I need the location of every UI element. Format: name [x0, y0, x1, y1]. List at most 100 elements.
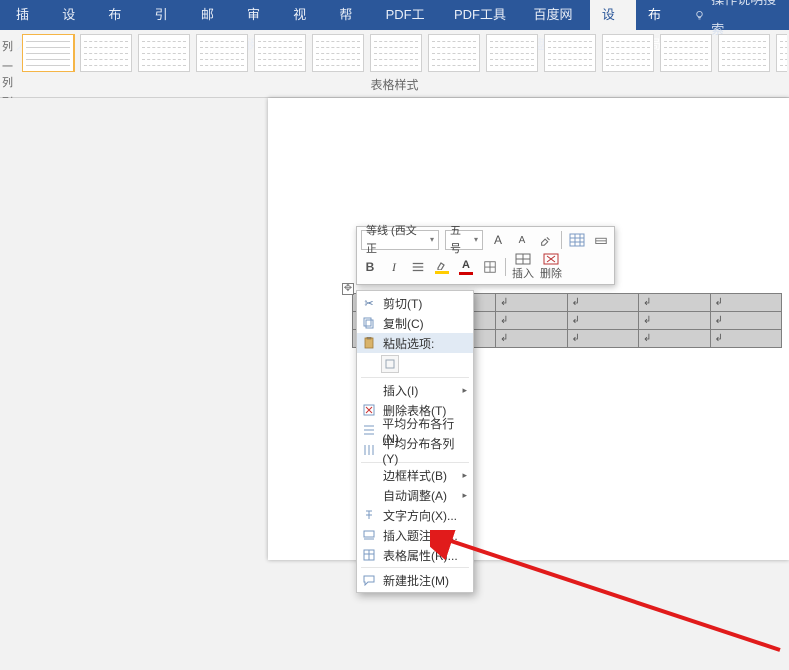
- menu-cut[interactable]: ✂ 剪切(T): [357, 293, 473, 313]
- tab-layout[interactable]: 布局: [96, 0, 142, 30]
- table-style-thumb[interactable]: [602, 34, 654, 72]
- sidelabel-0: 列: [2, 38, 20, 54]
- menu-autofit[interactable]: 自动调整(A) ▸: [357, 485, 473, 505]
- mini-font-name[interactable]: 等线 (西文正 ▾: [361, 230, 439, 250]
- table-move-handle[interactable]: ✥: [342, 283, 354, 295]
- bold-button[interactable]: B: [361, 258, 379, 276]
- menu-table-properties[interactable]: 表格属性(R)...: [357, 545, 473, 565]
- font-color-a: A: [462, 259, 470, 271]
- mini-table-button[interactable]: [568, 231, 586, 249]
- table-style-thumb[interactable]: [660, 34, 712, 72]
- paintbrush-icon: [539, 233, 553, 247]
- context-menu: ✂ 剪切(T) 复制(C) 粘贴选项: 插入(I) ▸: [356, 290, 474, 593]
- chevron-right-icon: ▸: [462, 385, 467, 396]
- shrink-font-button[interactable]: A: [513, 231, 531, 249]
- menu-text-direction-label: 文字方向(X)...: [383, 507, 457, 524]
- tab-help[interactable]: 帮助: [327, 0, 373, 30]
- chevron-right-icon: ▸: [462, 490, 467, 501]
- tab-table-design[interactable]: 设计: [590, 0, 636, 30]
- mini-toolbar: 等线 (西文正 ▾ 五号 ▾ A A B I: [356, 226, 615, 285]
- table-cell[interactable]: ↲: [567, 312, 639, 330]
- highlight-button[interactable]: [433, 258, 451, 276]
- table-cell[interactable]: ↲: [639, 330, 711, 348]
- table-style-thumb[interactable]: [718, 34, 770, 72]
- borders-button[interactable]: [481, 258, 499, 276]
- paste-option-keep-source[interactable]: [381, 355, 399, 373]
- tab-design[interactable]: 设计: [50, 0, 96, 30]
- mini-delete-button[interactable]: 删除: [540, 253, 562, 281]
- menu-insert[interactable]: 插入(I) ▸: [357, 380, 473, 400]
- table-style-thumb[interactable]: [312, 34, 364, 72]
- table-style-thumb[interactable]: [80, 34, 132, 72]
- mini-insert-label: 插入: [512, 265, 534, 281]
- table-cell[interactable]: ↲: [710, 312, 782, 330]
- align-button[interactable]: [409, 258, 427, 276]
- table-style-thumb[interactable]: [776, 34, 787, 72]
- table-cell[interactable]: ↲: [567, 294, 639, 312]
- menu-text-direction[interactable]: 文字方向(X)...: [357, 505, 473, 525]
- menu-distribute-cols-label: 平均分布各列(Y): [382, 435, 467, 466]
- highlight-icon: [436, 260, 448, 270]
- menu-copy[interactable]: 复制(C): [357, 313, 473, 333]
- blank-icon: [361, 467, 377, 483]
- tab-mailings[interactable]: 邮件: [189, 0, 235, 30]
- tell-me-search[interactable]: 操作说明搜索: [682, 0, 789, 30]
- table-cell[interactable]: ↲: [710, 330, 782, 348]
- cut-icon: ✂: [361, 295, 377, 311]
- comment-icon: [361, 572, 377, 588]
- table-styles-gallery[interactable]: [22, 34, 787, 72]
- table-cell[interactable]: ↲: [496, 294, 568, 312]
- mini-insert-button[interactable]: 插入: [512, 253, 534, 281]
- table-style-thumb[interactable]: [196, 34, 248, 72]
- menu-paste-options[interactable]: 粘贴选项:: [357, 333, 473, 353]
- chevron-down-icon: ▾: [474, 231, 478, 249]
- tab-table-layout[interactable]: 布局: [636, 0, 682, 30]
- menu-paste-options-row: [357, 353, 473, 375]
- tab-pdf-toolset[interactable]: PDF工具集: [442, 0, 521, 30]
- paste-variant-icon: [385, 359, 395, 369]
- insert-icon: [515, 253, 531, 265]
- ribbon-group-label-table-styles: 表格样式: [2, 72, 787, 95]
- table-style-thumb[interactable]: [254, 34, 306, 72]
- menu-border-styles[interactable]: 边框样式(B) ▸: [357, 465, 473, 485]
- tab-references[interactable]: 引用: [143, 0, 189, 30]
- separator: [561, 231, 562, 249]
- table-style-thumb[interactable]: [544, 34, 596, 72]
- delete-table-icon: [361, 402, 377, 418]
- tab-pdf-tools[interactable]: PDF工具: [374, 0, 442, 30]
- tab-insert[interactable]: 插入: [4, 0, 50, 30]
- table-cell[interactable]: ↲: [639, 312, 711, 330]
- table-style-thumb[interactable]: [428, 34, 480, 72]
- table-style-thumb[interactable]: [22, 34, 74, 72]
- menu-cut-label: 剪切(T): [383, 295, 422, 312]
- table-cell[interactable]: ↲: [567, 330, 639, 348]
- tab-view[interactable]: 视图: [281, 0, 327, 30]
- menu-new-comment[interactable]: 新建批注(M): [357, 570, 473, 590]
- menu-insert-caption[interactable]: 插入题注(C)...: [357, 525, 473, 545]
- mini-new-row-button[interactable]: [592, 231, 610, 249]
- grow-font-button[interactable]: A: [489, 231, 507, 249]
- table-style-thumb[interactable]: [138, 34, 190, 72]
- menu-distribute-cols[interactable]: 平均分布各列(Y): [357, 440, 473, 460]
- separator: [505, 258, 506, 276]
- menu-paste-options-label: 粘贴选项:: [383, 335, 434, 352]
- format-painter-button[interactable]: [537, 231, 555, 249]
- mini-font-size[interactable]: 五号 ▾: [445, 230, 483, 250]
- table-style-thumb[interactable]: [370, 34, 422, 72]
- menu-table-properties-label: 表格属性(R)...: [383, 547, 458, 564]
- tab-baidu[interactable]: 百度网盘: [521, 0, 589, 30]
- menu-autofit-label: 自动调整(A): [383, 487, 447, 504]
- italic-button[interactable]: I: [385, 258, 403, 276]
- ribbon-table-design: 列 一列 列 表格样式: [0, 30, 789, 98]
- menu-border-styles-label: 边框样式(B): [383, 467, 447, 484]
- table-style-thumb[interactable]: [486, 34, 538, 72]
- table-cell[interactable]: ↲: [496, 312, 568, 330]
- font-color-button[interactable]: A: [457, 258, 475, 276]
- menu-insert-caption-label: 插入题注(C)...: [383, 527, 458, 544]
- table-cell[interactable]: ↲: [496, 330, 568, 348]
- table-cell[interactable]: ↲: [639, 294, 711, 312]
- copy-icon: [361, 315, 377, 331]
- font-color-swatch: [459, 272, 473, 275]
- table-cell[interactable]: ↲: [710, 294, 782, 312]
- tab-review[interactable]: 审阅: [235, 0, 281, 30]
